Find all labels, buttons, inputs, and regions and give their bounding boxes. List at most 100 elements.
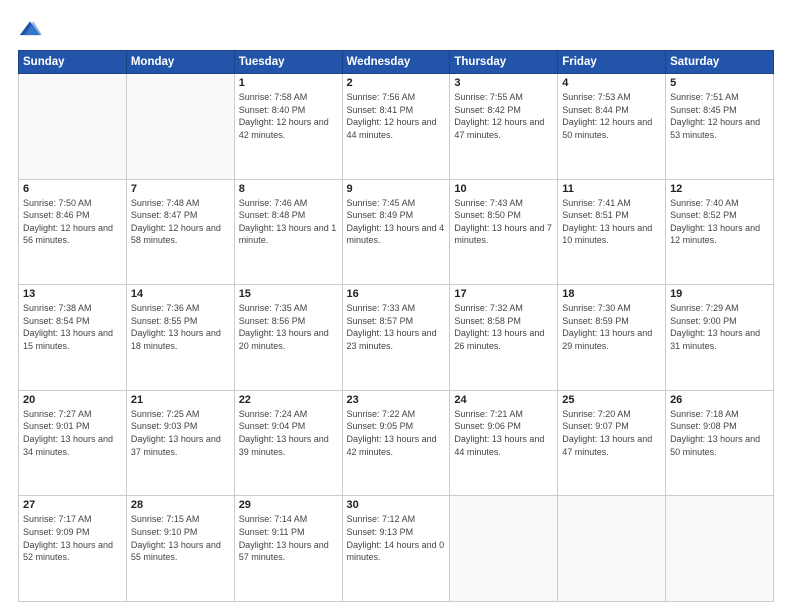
day-detail: Sunrise: 7:15 AM Sunset: 9:10 PM Dayligh… — [131, 513, 230, 563]
day-number: 20 — [23, 394, 122, 406]
day-detail: Sunrise: 7:40 AM Sunset: 8:52 PM Dayligh… — [670, 197, 769, 247]
calendar-cell: 29Sunrise: 7:14 AM Sunset: 9:11 PM Dayli… — [234, 496, 342, 602]
day-number: 18 — [562, 288, 661, 300]
calendar-week-row: 20Sunrise: 7:27 AM Sunset: 9:01 PM Dayli… — [19, 390, 774, 496]
day-number: 15 — [239, 288, 338, 300]
day-number: 9 — [347, 183, 446, 195]
calendar-cell: 9Sunrise: 7:45 AM Sunset: 8:49 PM Daylig… — [342, 179, 450, 285]
calendar-cell: 18 Sunrise: 7:30 AM Sunset: 8:59 PM Dayli… — [558, 285, 666, 391]
calendar-cell: 2 Sunrise: 7:56 AM Sunset: 8:41 PM Daylig… — [342, 74, 450, 180]
day-detail: Sunrise: 7:32 AM Sunset: 8:58 PM Dayligh… — [454, 302, 553, 352]
day-number: 21 — [131, 394, 230, 406]
calendar-week-row: 6Sunrise: 7:50 AM Sunset: 8:46 PM Daylig… — [19, 179, 774, 285]
day-detail: Sunrise: 7:30 AM Sunset: 8:59 PM Dayligh… — [562, 302, 661, 352]
day-number: 8 — [239, 183, 338, 195]
day-detail: Sunrise: 7:20 AM Sunset: 9:07 PM Dayligh… — [562, 408, 661, 458]
day-detail: Sunrise: 7:41 AM Sunset: 8:51 PM Dayligh… — [562, 197, 661, 247]
day-detail: Sunrise: 7:25 AM Sunset: 9:03 PM Dayligh… — [131, 408, 230, 458]
day-detail: Sunrise: 7:43 AM Sunset: 8:50 PM Dayligh… — [454, 197, 553, 247]
day-number: 23 — [347, 394, 446, 406]
day-detail: Sunrise: 7:55 AM Sunset: 8:42 PM Dayligh… — [454, 91, 553, 141]
day-detail: Sunrise: 7:33 AM Sunset: 8:57 PM Dayligh… — [347, 302, 446, 352]
calendar-cell: 25 Sunrise: 7:20 AM Sunset: 9:07 PM Dayli… — [558, 390, 666, 496]
day-detail: Sunrise: 7:18 AM Sunset: 9:08 PM Dayligh… — [670, 408, 769, 458]
day-header-tuesday: Tuesday — [234, 51, 342, 74]
calendar-cell: 23 Sunrise: 7:22 AM Sunset: 9:05 PM Dayli… — [342, 390, 450, 496]
day-detail: Sunrise: 7:17 AM Sunset: 9:09 PM Dayligh… — [23, 513, 122, 563]
calendar-week-row: 13 Sunrise: 7:38 AM Sunset: 8:54 PM Dayli… — [19, 285, 774, 391]
day-number: 12 — [670, 183, 769, 195]
calendar-cell: 1 Sunrise: 7:58 AM Sunset: 8:40 PM Daylig… — [234, 74, 342, 180]
day-number: 2 — [347, 77, 446, 89]
calendar-cell: 19 Sunrise: 7:29 AM Sunset: 9:00 PM Dayli… — [666, 285, 774, 391]
day-header-friday: Friday — [558, 51, 666, 74]
day-detail: Sunrise: 7:46 AM Sunset: 8:48 PM Dayligh… — [239, 197, 338, 247]
day-number: 3 — [454, 77, 553, 89]
calendar-cell: 27 Sunrise: 7:17 AM Sunset: 9:09 PM Dayli… — [19, 496, 127, 602]
page: SundayMondayTuesdayWednesdayThursdayFrid… — [0, 0, 792, 612]
day-number: 1 — [239, 77, 338, 89]
day-number: 28 — [131, 499, 230, 511]
calendar-table: SundayMondayTuesdayWednesdayThursdayFrid… — [18, 50, 774, 602]
day-detail: Sunrise: 7:38 AM Sunset: 8:54 PM Dayligh… — [23, 302, 122, 352]
day-header-wednesday: Wednesday — [342, 51, 450, 74]
day-detail: Sunrise: 7:51 AM Sunset: 8:45 PM Dayligh… — [670, 91, 769, 141]
calendar-header-row: SundayMondayTuesdayWednesdayThursdayFrid… — [19, 51, 774, 74]
calendar-cell: 11Sunrise: 7:41 AM Sunset: 8:51 PM Dayli… — [558, 179, 666, 285]
calendar-cell: 5 Sunrise: 7:51 AM Sunset: 8:45 PM Daylig… — [666, 74, 774, 180]
calendar-cell: 6Sunrise: 7:50 AM Sunset: 8:46 PM Daylig… — [19, 179, 127, 285]
calendar-cell: 12 Sunrise: 7:40 AM Sunset: 8:52 PM Dayli… — [666, 179, 774, 285]
calendar-cell — [19, 74, 127, 180]
day-number: 14 — [131, 288, 230, 300]
day-detail: Sunrise: 7:56 AM Sunset: 8:41 PM Dayligh… — [347, 91, 446, 141]
header — [18, 18, 774, 42]
day-detail: Sunrise: 7:36 AM Sunset: 8:55 PM Dayligh… — [131, 302, 230, 352]
logo — [18, 18, 46, 42]
day-detail: Sunrise: 7:29 AM Sunset: 9:00 PM Dayligh… — [670, 302, 769, 352]
day-number: 22 — [239, 394, 338, 406]
day-detail: Sunrise: 7:22 AM Sunset: 9:05 PM Dayligh… — [347, 408, 446, 458]
calendar-cell: 15 Sunrise: 7:35 AM Sunset: 8:56 PM Dayli… — [234, 285, 342, 391]
day-detail: Sunrise: 7:48 AM Sunset: 8:47 PM Dayligh… — [131, 197, 230, 247]
day-detail: Sunrise: 7:58 AM Sunset: 8:40 PM Dayligh… — [239, 91, 338, 141]
day-header-sunday: Sunday — [19, 51, 127, 74]
day-number: 4 — [562, 77, 661, 89]
calendar-cell: 3 Sunrise: 7:55 AM Sunset: 8:42 PM Daylig… — [450, 74, 558, 180]
day-detail: Sunrise: 7:35 AM Sunset: 8:56 PM Dayligh… — [239, 302, 338, 352]
day-number: 5 — [670, 77, 769, 89]
calendar-week-row: 1 Sunrise: 7:58 AM Sunset: 8:40 PM Daylig… — [19, 74, 774, 180]
day-number: 30 — [347, 499, 446, 511]
calendar-week-row: 27 Sunrise: 7:17 AM Sunset: 9:09 PM Dayli… — [19, 496, 774, 602]
calendar-cell: 22 Sunrise: 7:24 AM Sunset: 9:04 PM Dayli… — [234, 390, 342, 496]
calendar-cell: 14 Sunrise: 7:36 AM Sunset: 8:55 PM Dayli… — [126, 285, 234, 391]
day-detail: Sunrise: 7:24 AM Sunset: 9:04 PM Dayligh… — [239, 408, 338, 458]
calendar-cell: 30 Sunrise: 7:12 AM Sunset: 9:13 PM Dayli… — [342, 496, 450, 602]
day-number: 17 — [454, 288, 553, 300]
day-number: 10 — [454, 183, 553, 195]
day-number: 7 — [131, 183, 230, 195]
day-number: 19 — [670, 288, 769, 300]
day-number: 16 — [347, 288, 446, 300]
calendar-cell — [126, 74, 234, 180]
calendar-cell: 26Sunrise: 7:18 AM Sunset: 9:08 PM Dayli… — [666, 390, 774, 496]
calendar-cell: 21 Sunrise: 7:25 AM Sunset: 9:03 PM Dayli… — [126, 390, 234, 496]
day-detail: Sunrise: 7:12 AM Sunset: 9:13 PM Dayligh… — [347, 513, 446, 563]
day-detail: Sunrise: 7:14 AM Sunset: 9:11 PM Dayligh… — [239, 513, 338, 563]
calendar-cell: 24 Sunrise: 7:21 AM Sunset: 9:06 PM Dayli… — [450, 390, 558, 496]
calendar-cell: 16 Sunrise: 7:33 AM Sunset: 8:57 PM Dayli… — [342, 285, 450, 391]
day-number: 27 — [23, 499, 122, 511]
calendar-cell: 20Sunrise: 7:27 AM Sunset: 9:01 PM Dayli… — [19, 390, 127, 496]
day-header-saturday: Saturday — [666, 51, 774, 74]
day-detail: Sunrise: 7:21 AM Sunset: 9:06 PM Dayligh… — [454, 408, 553, 458]
calendar-cell — [450, 496, 558, 602]
day-number: 24 — [454, 394, 553, 406]
calendar-cell — [558, 496, 666, 602]
calendar-cell: 28 Sunrise: 7:15 AM Sunset: 9:10 PM Dayli… — [126, 496, 234, 602]
calendar-cell: 10 Sunrise: 7:43 AM Sunset: 8:50 PM Dayli… — [450, 179, 558, 285]
day-number: 13 — [23, 288, 122, 300]
day-detail: Sunrise: 7:50 AM Sunset: 8:46 PM Dayligh… — [23, 197, 122, 247]
day-header-thursday: Thursday — [450, 51, 558, 74]
calendar-cell: 17 Sunrise: 7:32 AM Sunset: 8:58 PM Dayli… — [450, 285, 558, 391]
day-number: 25 — [562, 394, 661, 406]
calendar-cell — [666, 496, 774, 602]
